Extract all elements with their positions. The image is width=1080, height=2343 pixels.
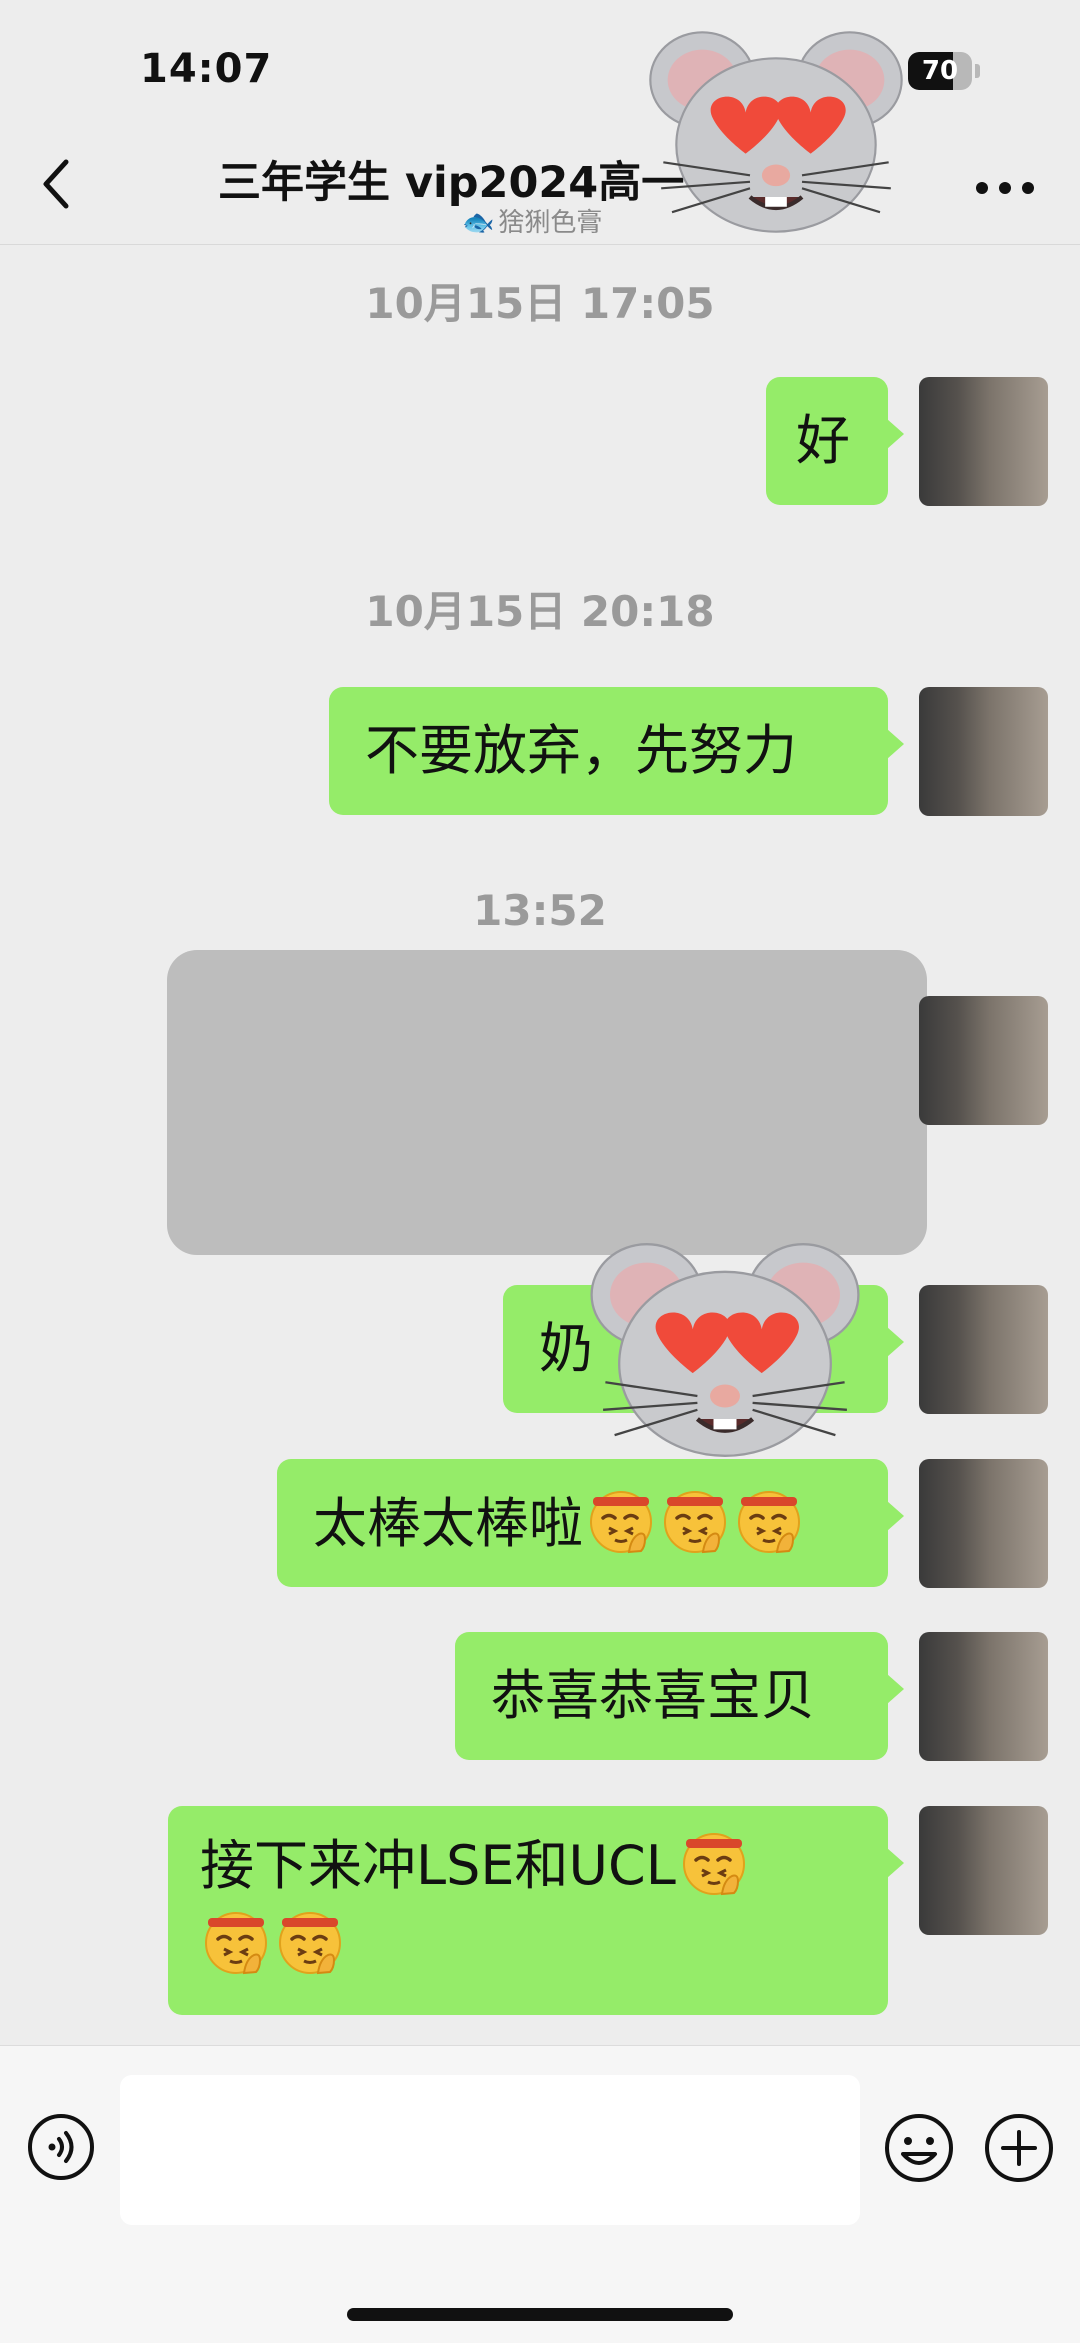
status-time: 14:07 xyxy=(140,46,273,92)
chat-subtitle: 🐟 猞猁色膏 xyxy=(462,202,602,239)
saluting-face-emoji xyxy=(733,1484,805,1556)
emoji-button[interactable] xyxy=(883,2112,955,2184)
battery-level: 70 xyxy=(921,56,959,86)
emoji-icon xyxy=(885,2114,953,2182)
avatar[interactable] xyxy=(919,377,1048,506)
back-button[interactable] xyxy=(30,152,86,216)
message-bubble[interactable]: 恭喜恭喜宝贝 xyxy=(455,1632,904,1760)
chat-title: 三年学生 vip2024高一 xyxy=(218,158,685,208)
avatar[interactable] xyxy=(919,1632,1048,1761)
message-text: 接下来冲LSE和UCL xyxy=(200,1834,676,1897)
message-text: 太棒太棒啦 xyxy=(313,1492,583,1555)
saluting-face-emoji xyxy=(678,1826,750,1898)
message-bubble[interactable]: 不要放弃，先努力 xyxy=(329,687,904,815)
redacted-message xyxy=(167,950,927,1255)
avatar[interactable] xyxy=(919,1459,1048,1588)
timestamp: 10月15日 20:18 xyxy=(365,587,715,636)
voice-icon xyxy=(28,2114,94,2180)
avatar[interactable] xyxy=(919,1806,1048,1935)
mouse-heart-eyes-sticker xyxy=(646,22,906,242)
battery-icon: 70 xyxy=(908,52,980,90)
mouse-heart-eyes-sticker xyxy=(560,1235,890,1465)
avatar[interactable] xyxy=(919,996,1048,1125)
chat-header: 三年学生 vip2024高一 🐟 猞猁色膏 xyxy=(0,120,1080,245)
plus-icon xyxy=(985,2114,1053,2182)
timestamp: 13:52 xyxy=(473,886,607,935)
avatar[interactable] xyxy=(919,1285,1048,1414)
chat-subtitle-text: 猞猁色膏 xyxy=(498,208,603,238)
message-input[interactable] xyxy=(120,2075,860,2225)
saluting-face-emoji xyxy=(200,1905,272,1977)
more-dots-icon xyxy=(976,182,1034,194)
saluting-face-emoji xyxy=(659,1484,731,1556)
avatar[interactable] xyxy=(919,687,1048,816)
voice-button[interactable] xyxy=(26,2112,96,2182)
saluting-face-emoji xyxy=(585,1484,657,1556)
chevron-left-icon xyxy=(43,159,69,209)
message-bubble[interactable]: 太棒太棒啦 xyxy=(277,1459,904,1587)
status-bar: 14:07 70 xyxy=(0,0,1080,120)
message-bubble[interactable]: 好 xyxy=(766,377,904,505)
more-button[interactable] xyxy=(970,168,1040,208)
message-bubble[interactable]: 接下来冲LSE和UCL xyxy=(168,1806,904,2015)
timestamp: 10月15日 17:05 xyxy=(365,279,715,328)
home-indicator xyxy=(347,2308,733,2321)
fish-icon: 🐟 xyxy=(462,208,495,238)
plus-button[interactable] xyxy=(983,2112,1055,2184)
saluting-face-emoji xyxy=(274,1905,346,1977)
